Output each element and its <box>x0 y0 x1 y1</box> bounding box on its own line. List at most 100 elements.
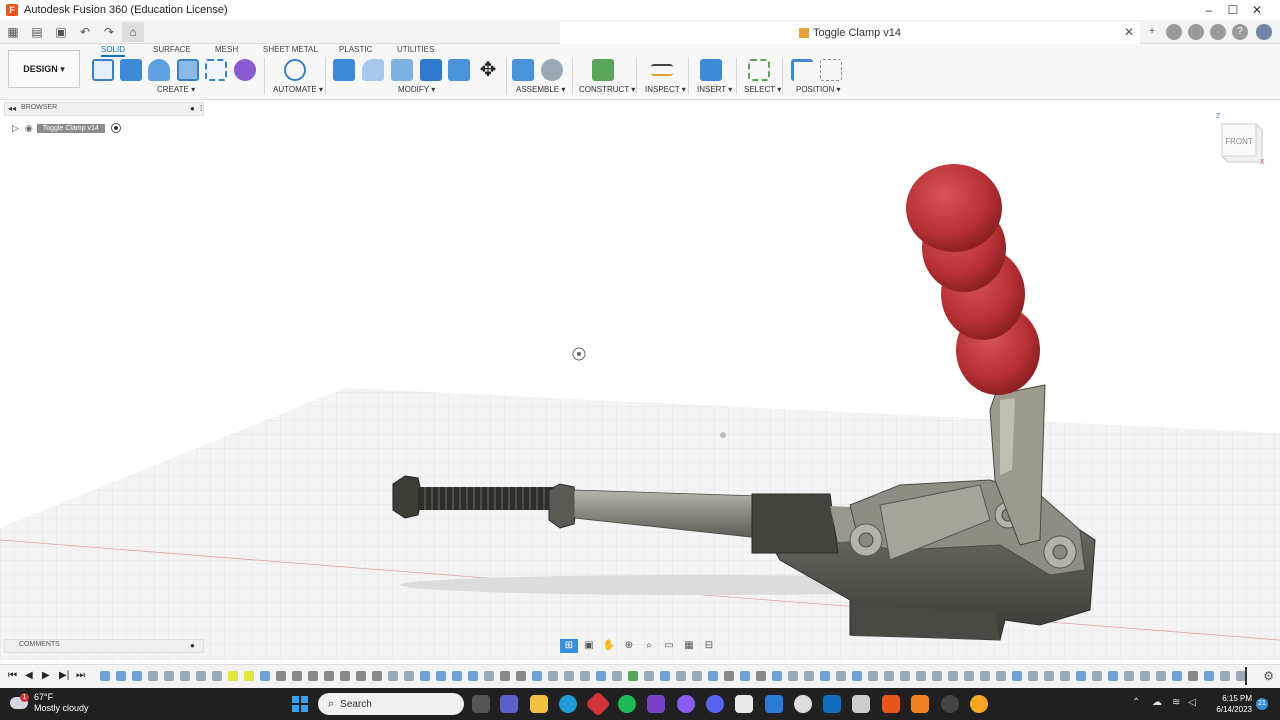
pan-icon[interactable]: ✋ <box>600 639 618 653</box>
move-icon[interactable]: ✥ <box>477 59 499 81</box>
grid-settings-icon[interactable]: ▦ <box>680 639 698 653</box>
app-circle-icon[interactable] <box>794 695 812 713</box>
spotify-icon[interactable] <box>618 695 636 713</box>
visual-studio-icon[interactable] <box>647 695 665 713</box>
obs-icon[interactable] <box>941 695 959 713</box>
teams-icon[interactable] <box>500 695 518 713</box>
tab-mesh[interactable]: MESH <box>215 45 238 54</box>
weather-widget[interactable]: 1 67°F Mostly cloudy <box>10 692 89 714</box>
activate-radio-icon[interactable] <box>110 123 121 133</box>
outlook-icon[interactable] <box>823 695 841 713</box>
notification-badge[interactable]: 21 <box>1256 698 1268 710</box>
document-tab[interactable]: Toggle Clamp v14 ✕ <box>560 22 1140 44</box>
inspect-menu[interactable]: INSPECT ▾ <box>645 85 686 94</box>
windows-start-icon[interactable] <box>292 696 308 712</box>
split-body-icon[interactable] <box>448 59 470 81</box>
edge-browser-icon[interactable] <box>559 695 577 713</box>
help-icon[interactable]: ? <box>1232 24 1248 40</box>
app-orange-icon[interactable] <box>911 695 929 713</box>
combine-icon[interactable] <box>420 59 442 81</box>
root-node-label[interactable]: Toggle Clamp v14 <box>36 123 105 133</box>
volume-icon[interactable]: ◁ <box>1188 697 1196 708</box>
expand-arrow-icon[interactable]: ▷ <box>12 123 19 134</box>
save-icon[interactable]: ▣ <box>50 22 72 42</box>
collapse-browser-icon[interactable]: ◂◂ <box>8 104 16 113</box>
zoom-icon[interactable]: ⊕ <box>620 639 638 653</box>
offset-plane-icon[interactable] <box>592 59 614 81</box>
extrude-icon[interactable] <box>120 59 142 81</box>
revert-position-icon[interactable] <box>820 59 842 81</box>
insert-image-icon[interactable] <box>700 59 722 81</box>
notifications-icon[interactable] <box>1210 24 1226 40</box>
job-status-icon[interactable] <box>1188 24 1204 40</box>
system-clock[interactable]: 6:15 PM 6/14/2023 <box>1204 693 1252 715</box>
file-explorer-icon[interactable] <box>530 695 548 713</box>
messenger-icon[interactable] <box>677 695 695 713</box>
home-icon[interactable]: ⌂ <box>122 21 144 42</box>
capture-position-icon[interactable] <box>791 59 813 81</box>
tray-chevron-icon[interactable]: ⌃ <box>1132 697 1140 708</box>
workspace-switcher[interactable]: DESIGN ▾ <box>8 50 80 88</box>
timeline-play-icon[interactable]: ▶ <box>42 670 50 681</box>
comments-add-icon[interactable]: ● <box>190 641 195 650</box>
select-menu[interactable]: SELECT ▾ <box>744 85 781 94</box>
new-component-icon[interactable] <box>512 59 534 81</box>
automate-icon[interactable] <box>284 59 306 81</box>
browser-resize-icon[interactable]: ⁞ <box>200 104 202 113</box>
vscode-icon[interactable] <box>765 695 783 713</box>
grid-snap-icon[interactable]: ⊞ <box>560 639 578 653</box>
3d-viewport[interactable] <box>0 100 1280 660</box>
browser-root-node[interactable]: ▷ ◉ Toggle Clamp v14 <box>12 121 121 135</box>
display-settings-icon[interactable]: ▭ <box>660 639 678 653</box>
discord-icon[interactable] <box>706 695 724 713</box>
wifi-icon[interactable]: ≋ <box>1172 697 1180 708</box>
construct-menu[interactable]: CONSTRUCT ▾ <box>579 85 635 94</box>
create-menu[interactable]: CREATE ▾ <box>157 85 195 94</box>
shell-icon[interactable] <box>391 59 413 81</box>
timeline[interactable]: ⏮ ◀ ▶ ▶| ⏭ ⚙ <box>0 664 1280 688</box>
look-at-icon[interactable]: ▣ <box>580 639 598 653</box>
new-tab-icon[interactable]: + <box>1144 24 1160 40</box>
avatar[interactable] <box>1256 24 1272 40</box>
extensions-icon[interactable] <box>1166 24 1182 40</box>
modify-menu[interactable]: MODIFY ▾ <box>398 85 435 94</box>
task-view-icon[interactable] <box>472 695 490 713</box>
select-icon[interactable] <box>748 59 770 81</box>
form-icon[interactable] <box>234 59 256 81</box>
apps-grid-icon[interactable]: ▦ <box>2 22 24 42</box>
app-yellow-icon[interactable] <box>970 695 988 713</box>
visibility-eye-icon[interactable]: ◉ <box>25 123 33 134</box>
undo-icon[interactable]: ↶ <box>74 22 96 42</box>
app-g-icon[interactable] <box>735 695 753 713</box>
file-menu-icon[interactable]: ▤ <box>26 22 48 42</box>
browser-pin-icon[interactable]: ● <box>190 104 195 113</box>
tab-utilities[interactable]: UTILITIES <box>397 45 434 54</box>
comments-panel[interactable]: COMMENTS ● <box>4 639 204 653</box>
viewports-icon[interactable]: ⊟ <box>700 639 718 653</box>
tab-plastic[interactable]: PLASTIC <box>339 45 372 54</box>
tab-solid[interactable]: SOLID <box>101 45 126 57</box>
fillet-icon[interactable] <box>362 59 384 81</box>
browser-panel[interactable]: ◂◂ BROWSER ● ⁞ <box>4 102 204 116</box>
automate-menu[interactable]: AUTOMATE ▾ <box>273 85 323 94</box>
pattern-icon[interactable] <box>205 59 227 81</box>
press-pull-icon[interactable] <box>333 59 355 81</box>
close-window-button[interactable]: ✕ <box>1234 0 1280 20</box>
taskbar-search-box[interactable]: ⌕ Search <box>318 693 464 715</box>
unity-icon[interactable] <box>852 695 870 713</box>
viewcube[interactable]: FRONT Z X <box>1212 110 1268 166</box>
assemble-menu[interactable]: ASSEMBLE ▾ <box>516 85 565 94</box>
hole-icon[interactable] <box>177 59 199 81</box>
timeline-marker[interactable] <box>1245 667 1247 685</box>
timeline-next-icon[interactable]: ▶| <box>59 670 69 681</box>
timeline-settings-gear-icon[interactable]: ⚙ <box>1263 669 1274 683</box>
app-red-icon[interactable] <box>585 691 611 717</box>
joint-icon[interactable] <box>541 59 563 81</box>
redo-icon[interactable]: ↷ <box>98 22 120 42</box>
revolve-icon[interactable] <box>148 59 170 81</box>
insert-menu[interactable]: INSERT ▾ <box>697 85 732 94</box>
zoom-window-icon[interactable]: ⌕ <box>640 639 658 653</box>
timeline-last-icon[interactable]: ⏭ <box>76 670 85 681</box>
tray-cloud-icon[interactable]: ☁ <box>1152 697 1162 708</box>
fusion-taskbar-icon[interactable] <box>882 695 900 713</box>
